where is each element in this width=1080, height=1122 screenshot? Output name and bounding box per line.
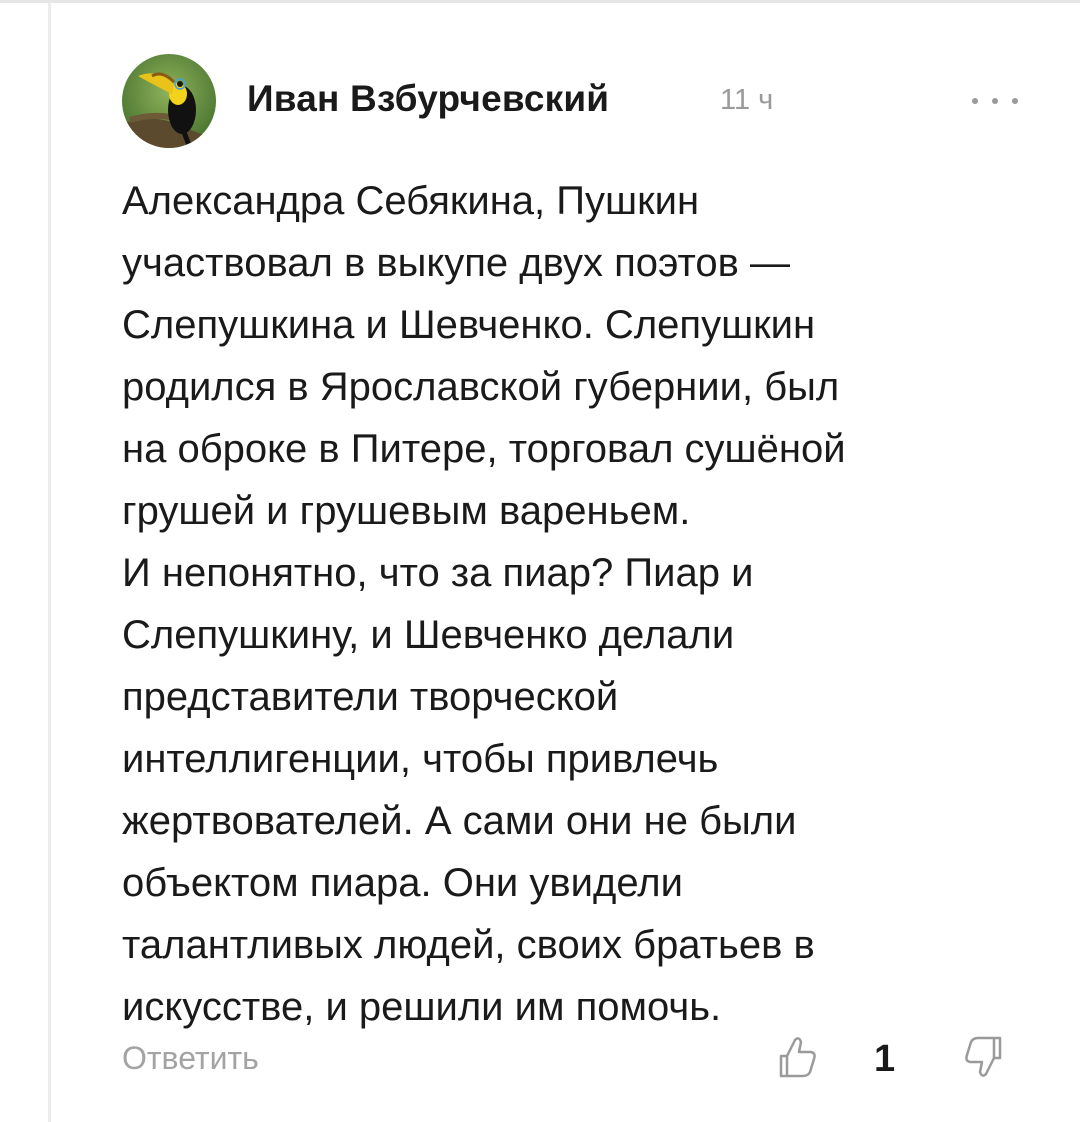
more-dots-icon[interactable]: [968, 94, 1022, 108]
comment-time: 11 ч: [720, 84, 774, 116]
comment-text-line: искусстве, и решили им помочь.: [122, 985, 722, 1029]
top-divider: [0, 0, 1080, 3]
comment-text-line: Александра Себякина, Пушкин: [122, 179, 700, 223]
comment-text-line: представители творческой: [122, 675, 619, 719]
thread-indent-line: [48, 3, 51, 1122]
comment-text-line: Слепушкину, и Шевченко делали: [122, 613, 735, 657]
comment-text-line: на оброке в Питере, торговал сушёной: [122, 427, 846, 471]
comment-text-line: жертвователей. А сами они не были: [122, 799, 797, 843]
comment-body: Александра Себякина, Пушкин участвовал в…: [122, 170, 1022, 1038]
toucan-avatar-icon: [122, 54, 216, 148]
author-name[interactable]: Иван Взбурчевский: [247, 78, 609, 120]
comment-header: Иван Взбурчевский 11 ч: [122, 54, 1022, 150]
comment-text-line: родился в Ярославской губернии, был: [122, 365, 840, 409]
like-count: 1: [874, 1038, 896, 1080]
comment-text-line: И непонятно, что за пиар? Пиар и: [122, 551, 754, 595]
comment-actions: Ответить 1: [122, 1034, 1022, 1090]
comment-text-line: Слепушкина и Шевченко. Слепушкин: [122, 303, 816, 347]
thumb-down-icon[interactable]: [962, 1034, 1004, 1080]
comment-text-line: талантливых людей, своих братьев в: [122, 923, 815, 967]
avatar[interactable]: [122, 54, 216, 148]
comment-text-line: объектом пиара. Они увидели: [122, 861, 683, 905]
comment-text-line: участвовал в выкупе двух поэтов —: [122, 241, 791, 285]
thumb-up-icon[interactable]: [777, 1034, 819, 1080]
comment-text-line: интеллигенции, чтобы привлечь: [122, 737, 719, 781]
comment-text-line: грушей и грушевым вареньем.: [122, 489, 691, 533]
reply-button[interactable]: Ответить: [122, 1040, 259, 1077]
comment: Иван Взбурчевский 11 ч Александра Себяки…: [122, 54, 1022, 1080]
